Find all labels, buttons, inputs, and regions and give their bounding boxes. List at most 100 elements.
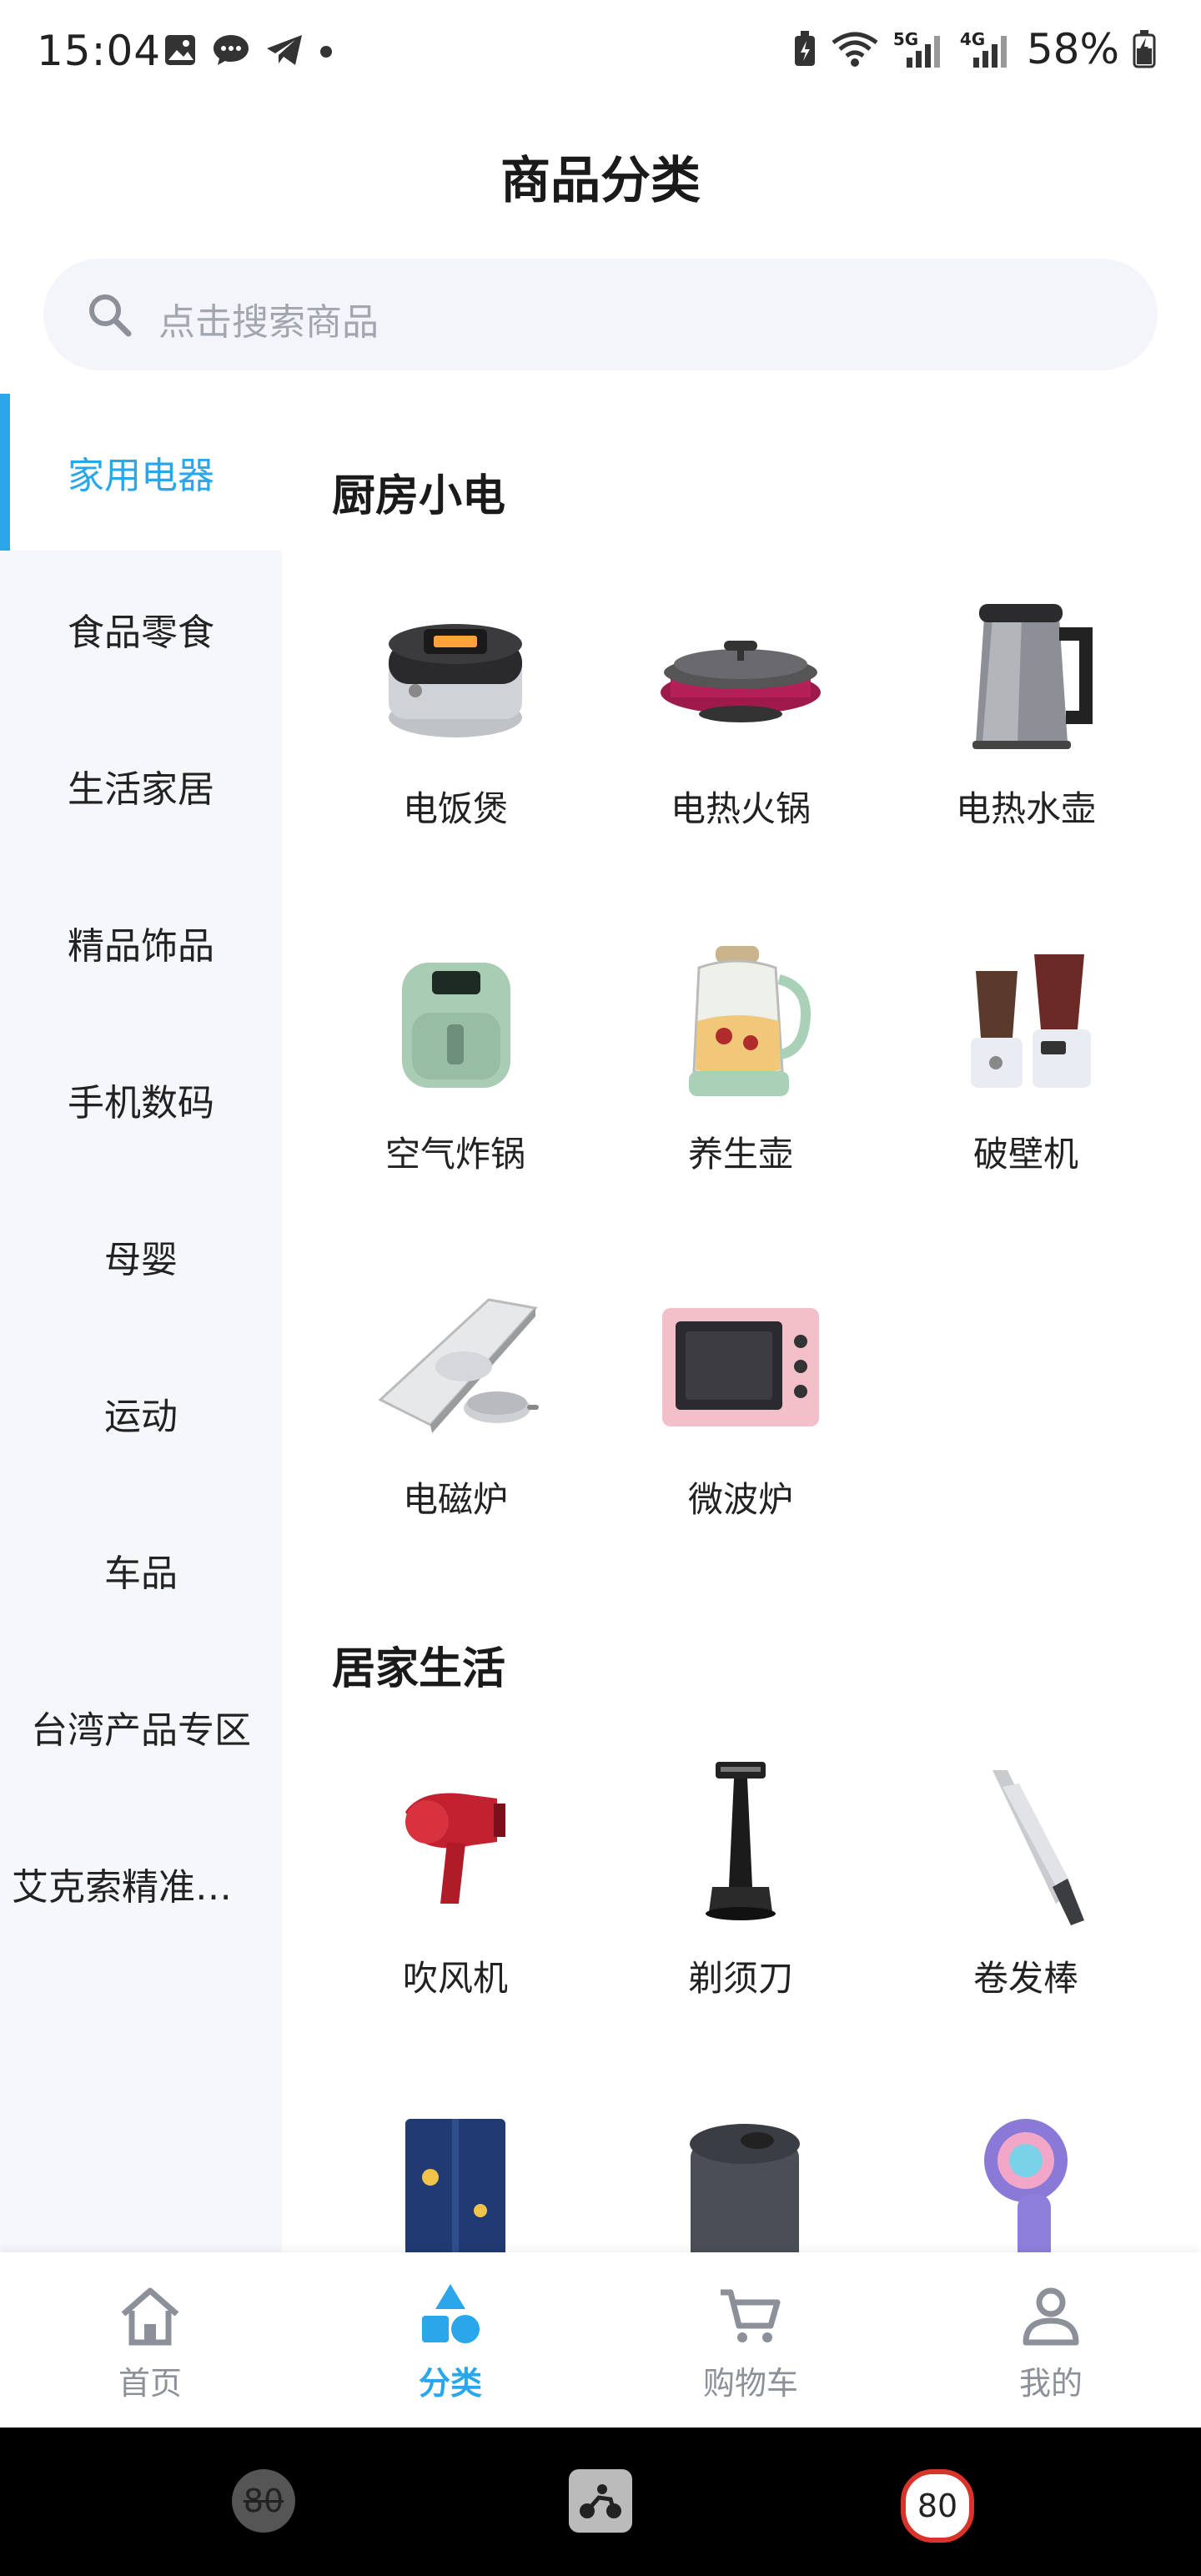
sidebar-item-sports[interactable]: 运动 bbox=[0, 1335, 282, 1492]
product-label: 破壁机 bbox=[972, 1134, 1078, 1175]
tab-home[interactable]: 首页 bbox=[0, 2252, 300, 2428]
tab-label: 我的 bbox=[1018, 2365, 1083, 2402]
sidebar-item-taiwan-zone[interactable]: 台湾产品专区 bbox=[0, 1648, 282, 1805]
product-razor[interactable]: 剃须刀 bbox=[599, 1762, 882, 2096]
section-title-home-life: 居家生活 bbox=[332, 1644, 506, 1694]
curling-iron-icon bbox=[992, 1770, 1084, 1925]
product-label: 吹风机 bbox=[402, 1958, 508, 1999]
status-bar: 15:04 5G 4G 58% bbox=[0, 0, 1201, 100]
wifi-icon bbox=[832, 32, 878, 67]
product-label: 卷发棒 bbox=[972, 1958, 1078, 1999]
sidebar-item-car-products[interactable]: 车品 bbox=[0, 1492, 282, 1648]
product-label: 空气炸锅 bbox=[384, 1134, 525, 1175]
search-bar[interactable]: 点击搜索商品 bbox=[43, 259, 1158, 370]
razor-icon bbox=[706, 1762, 776, 1920]
more-notifications-dot-icon bbox=[320, 46, 332, 58]
product-label: 微波炉 bbox=[687, 1479, 793, 1520]
tab-label: 购物车 bbox=[702, 2365, 798, 2402]
product-label: 电饭煲 bbox=[402, 788, 508, 829]
product-blender[interactable]: 破壁机 bbox=[884, 938, 1168, 1271]
speed-limit-label: 80 bbox=[917, 2488, 958, 2524]
page-title: 商品分类 bbox=[500, 152, 701, 210]
product-lint-remover[interactable] bbox=[884, 2111, 1168, 2252]
tab-category[interactable]: 分类 bbox=[300, 2252, 600, 2428]
trash-bin-icon bbox=[690, 2124, 800, 2252]
product-curling-iron[interactable]: 卷发棒 bbox=[884, 1762, 1168, 2096]
blender-icon bbox=[971, 954, 1091, 1088]
rice-cooker-icon bbox=[389, 624, 522, 737]
sidebar-item-label: 精品饰品 bbox=[68, 925, 214, 968]
product-trash-bin[interactable] bbox=[599, 2111, 882, 2252]
message-notification-icon bbox=[214, 35, 249, 65]
status-time: 15:04 bbox=[37, 27, 162, 75]
tab-label: 首页 bbox=[118, 2365, 182, 2402]
sidebar-item-label: 运动 bbox=[104, 1396, 178, 1438]
search-icon bbox=[89, 294, 132, 337]
sidebar-item-label: 手机数码 bbox=[68, 1082, 214, 1124]
speed-limit-off-button[interactable]: 80 bbox=[232, 2469, 295, 2533]
product-electric-hotpot[interactable]: 电热火锅 bbox=[599, 592, 882, 926]
product-label: 电热火锅 bbox=[670, 788, 811, 829]
sidebar-item-label: 家用电器 bbox=[68, 455, 214, 497]
notification-icons bbox=[163, 33, 334, 67]
signal-4g-icon: 4G bbox=[960, 29, 1013, 69]
tab-cart[interactable]: 购物车 bbox=[600, 2252, 901, 2428]
speed-limit-off-label: 80 bbox=[243, 2483, 284, 2519]
product-label: 电热水壶 bbox=[955, 788, 1096, 829]
product-label: 剃须刀 bbox=[687, 1958, 793, 1999]
status-right: 5G 4G 58% bbox=[793, 25, 1156, 73]
gallery-notification-icon bbox=[165, 35, 195, 65]
sidebar-item-accessories[interactable]: 精品饰品 bbox=[0, 864, 282, 1021]
battery-saver-icon bbox=[794, 31, 815, 66]
air-fryer-icon bbox=[402, 963, 510, 1088]
microwave-icon bbox=[662, 1308, 819, 1426]
sidebar-item-label: 母婴 bbox=[104, 1239, 178, 1281]
sidebar-item-mother-baby[interactable]: 母婴 bbox=[0, 1178, 282, 1335]
speed-limit-button[interactable]: 80 bbox=[901, 2469, 974, 2543]
sidebar-item-label: 食品零食 bbox=[68, 611, 214, 654]
motorcycle-icon bbox=[580, 2484, 621, 2518]
sidebar-item-label: 生活家居 bbox=[68, 768, 214, 811]
cart-icon bbox=[721, 2289, 781, 2342]
induction-cooker-icon bbox=[378, 1298, 539, 1433]
sidebar-item-label: 台湾产品专区 bbox=[31, 1709, 251, 1752]
product-air-fryer[interactable]: 空气炸锅 bbox=[314, 938, 597, 1271]
battery-charging-icon bbox=[1133, 30, 1156, 68]
product-label: 养生壶 bbox=[687, 1134, 793, 1175]
electric-hotpot-icon bbox=[661, 641, 821, 722]
system-navigation-bar: 80 80 bbox=[0, 2428, 1201, 2576]
lint-remover-icon bbox=[984, 2119, 1068, 2252]
health-pot-icon bbox=[689, 946, 811, 1096]
bottom-tab-bar: 首页 分类 购物车 我的 bbox=[0, 2252, 1201, 2428]
category-sidebar: 家用电器 食品零食 生活家居 精品饰品 手机数码 母婴 运动 车品 台湾产品专区… bbox=[0, 394, 282, 2254]
home-icon bbox=[121, 2287, 179, 2346]
clothes-dryer-icon bbox=[405, 2119, 505, 2252]
product-health-pot[interactable]: 养生壶 bbox=[599, 938, 882, 1271]
sidebar-item-label: 艾克索精准… bbox=[12, 1866, 232, 1909]
hair-dryer-icon bbox=[405, 1793, 505, 1904]
sidebar-item-label: 车品 bbox=[104, 1552, 178, 1595]
product-electric-kettle[interactable]: 电热水壶 bbox=[884, 592, 1168, 926]
sidebar-item-home-appliances[interactable]: 家用电器 bbox=[0, 394, 282, 551]
section-title-kitchen: 厨房小电 bbox=[332, 471, 506, 521]
electric-kettle-icon bbox=[972, 604, 1093, 749]
telegram-notification-icon bbox=[267, 35, 302, 65]
product-clothes-dryer[interactable] bbox=[314, 2111, 597, 2252]
sidebar-item-axo-precision[interactable]: 艾克索精准… bbox=[0, 1805, 282, 1962]
product-induction-cooker[interactable]: 电磁炉 bbox=[314, 1283, 597, 1617]
category-icon bbox=[422, 2284, 480, 2343]
product-rice-cooker[interactable]: 电饭煲 bbox=[314, 592, 597, 926]
search-placeholder: 点击搜索商品 bbox=[158, 301, 379, 344]
product-microwave[interactable]: 微波炉 bbox=[599, 1283, 882, 1617]
sidebar-item-home-living[interactable]: 生活家居 bbox=[0, 707, 282, 864]
signal-5g-icon: 5G bbox=[893, 29, 947, 69]
tab-profile[interactable]: 我的 bbox=[901, 2252, 1201, 2428]
product-hair-dryer[interactable]: 吹风机 bbox=[314, 1762, 597, 2096]
sidebar-item-phones-digital[interactable]: 手机数码 bbox=[0, 1021, 282, 1178]
battery-percentage: 58% bbox=[1026, 25, 1119, 73]
profile-icon bbox=[1023, 2287, 1079, 2346]
product-label: 电磁炉 bbox=[402, 1479, 508, 1520]
sidebar-item-food-snacks[interactable]: 食品零食 bbox=[0, 551, 282, 707]
motorcycle-mode-button[interactable] bbox=[569, 2469, 632, 2533]
tab-label: 分类 bbox=[418, 2365, 482, 2402]
